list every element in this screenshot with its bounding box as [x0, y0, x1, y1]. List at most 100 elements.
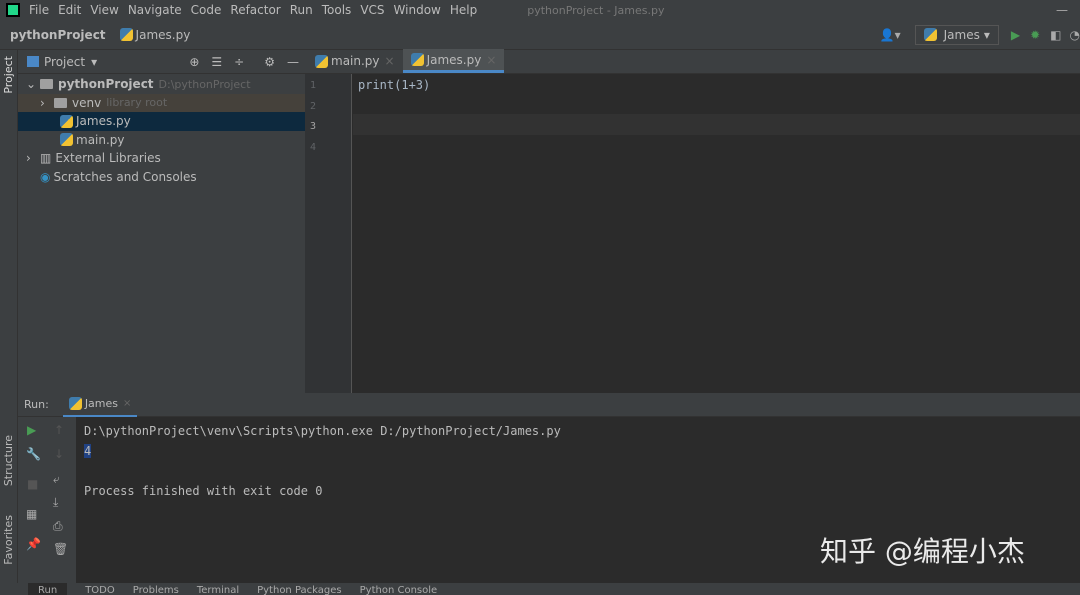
chevron-down-icon: ▾ — [984, 28, 990, 42]
user-icon[interactable]: 👤▾ — [880, 28, 901, 42]
tree-item-label: venv — [72, 96, 101, 110]
line-number-gutter: 1 2 3 4 — [305, 74, 352, 393]
breadcrumb-project[interactable]: pythonProject — [10, 28, 106, 42]
stop-icon[interactable]: ■ — [27, 477, 38, 491]
tree-item-main-py[interactable]: main.py — [18, 131, 305, 150]
close-icon[interactable]: × — [486, 53, 496, 67]
collapse-all-icon[interactable]: ÷ — [234, 55, 244, 69]
menu-navigate[interactable]: Navigate — [128, 3, 182, 17]
project-view-select[interactable]: Project — [44, 55, 85, 69]
close-icon[interactable]: × — [385, 54, 395, 68]
bottom-tab-todo[interactable]: TODO — [85, 583, 115, 595]
bottom-tool-bar: Run TODO Problems Terminal Python Packag… — [0, 583, 1080, 595]
tree-item-james-py[interactable]: James.py — [18, 112, 305, 131]
menu-vcs[interactable]: VCS — [360, 3, 384, 17]
menu-refactor[interactable]: Refactor — [230, 3, 280, 17]
coverage-button[interactable]: ◧ — [1050, 28, 1061, 42]
chevron-down-icon: ⌄ — [26, 77, 40, 91]
tree-item-pythonproject[interactable]: ⌄ pythonProject D:\pythonProject — [18, 75, 305, 94]
breadcrumb-file[interactable]: James.py — [136, 28, 191, 42]
navigation-bar: pythonProject James.py 👤▾ James ▾ ▶ ✹ ◧ … — [0, 20, 1080, 50]
folder-icon — [40, 79, 53, 89]
tree-item-label: main.py — [76, 133, 125, 147]
python-file-icon — [60, 115, 73, 128]
project-panel: Project ▾ ⊕ ☰ ÷ ⚙ — ⌄ pythonProject D:\p… — [18, 50, 305, 393]
layout-icon[interactable]: ▦ — [26, 507, 37, 521]
up-arrow-icon[interactable]: ↑ — [54, 423, 64, 437]
close-icon[interactable]: × — [123, 398, 131, 409]
menu-help[interactable]: Help — [450, 3, 477, 17]
run-config-label: James — [944, 28, 980, 42]
project-panel-header: Project ▾ ⊕ ☰ ÷ ⚙ — — [18, 50, 305, 74]
tree-item-venv[interactable]: › venv library root — [18, 94, 305, 113]
python-file-icon — [120, 28, 133, 41]
run-config-select[interactable]: James ▾ — [915, 25, 999, 45]
tab-label: James.py — [427, 53, 482, 67]
debug-button[interactable]: ✹ — [1030, 28, 1040, 42]
chevron-right-icon: › — [40, 96, 54, 110]
tree-item-label: Scratches and Consoles — [53, 170, 196, 184]
locate-icon[interactable]: ⊕ — [189, 55, 199, 69]
rerun-icon[interactable]: ▶ — [27, 423, 36, 437]
bottom-tab-terminal[interactable]: Terminal — [197, 583, 239, 595]
tree-item-label: pythonProject — [58, 77, 154, 91]
hide-icon[interactable]: — — [287, 55, 299, 69]
menu-view[interactable]: View — [90, 3, 118, 17]
tab-main-py[interactable]: main.py × — [305, 49, 403, 73]
soft-wrap-icon[interactable]: ⤶ — [53, 472, 60, 487]
python-file-icon — [315, 55, 328, 68]
tree-item-label: External Libraries — [55, 151, 160, 165]
editor: main.py × James.py × 1 2 3 4 print(1+3) — [305, 50, 1080, 393]
menu-file[interactable]: File — [29, 3, 49, 17]
menu-bar: File Edit View Navigate Code Refactor Ru… — [0, 0, 1080, 20]
line-number: 2 — [310, 101, 316, 112]
run-button[interactable]: ▶ — [1011, 28, 1020, 42]
console-line: Process finished with exit code 0 — [84, 481, 561, 501]
gear-icon[interactable]: ⚙ — [264, 55, 275, 69]
expand-all-icon[interactable]: ☰ — [211, 55, 222, 69]
python-file-icon — [411, 53, 424, 66]
console-line — [84, 461, 561, 481]
trash-icon[interactable]: 🗑 — [53, 542, 68, 556]
chevron-right-icon: › — [26, 151, 40, 165]
tree-item-hint: library root — [106, 96, 167, 109]
code-text: print(1+3) — [358, 78, 430, 92]
menu-code[interactable]: Code — [191, 3, 222, 17]
minimize-button[interactable]: — — [1056, 3, 1068, 17]
tree-item-label: James.py — [76, 114, 131, 128]
print-icon[interactable]: ⎙ — [53, 519, 63, 534]
console-selected-text: 4 — [84, 444, 91, 458]
tab-james-py[interactable]: James.py × — [403, 49, 505, 73]
down-arrow-icon[interactable]: ↓ — [54, 447, 64, 461]
code-line[interactable]: print(1+3) — [358, 78, 430, 92]
wrench-icon[interactable]: 🔧 — [26, 447, 41, 461]
tree-item-scratches[interactable]: ◉ Scratches and Consoles — [18, 168, 305, 187]
window-title: pythonProject - James.py — [527, 4, 664, 17]
python-icon — [69, 397, 82, 410]
bottom-tab-python-console[interactable]: Python Console — [360, 583, 438, 595]
menu-window[interactable]: Window — [394, 3, 441, 17]
menu-tools[interactable]: Tools — [322, 3, 352, 17]
current-line-highlight — [353, 114, 1080, 135]
structure-tool-tab[interactable]: Structure — [2, 435, 15, 486]
scroll-to-end-icon[interactable]: ⤓ — [53, 495, 58, 510]
editor-tabs: main.py × James.py × — [305, 50, 1080, 74]
run-tab[interactable]: James × — [63, 393, 138, 417]
bottom-tab-python-packages[interactable]: Python Packages — [257, 583, 342, 595]
bottom-tab-run[interactable]: Run — [28, 583, 67, 595]
pin-icon[interactable]: 📌 — [26, 537, 41, 551]
profile-button[interactable]: ◔ — [1070, 28, 1080, 42]
menu-edit[interactable]: Edit — [58, 3, 81, 17]
project-tool-tab[interactable]: Project — [2, 56, 15, 94]
tab-label: main.py — [331, 54, 380, 68]
tree-item-external-libraries[interactable]: › ▥ External Libraries — [18, 149, 305, 168]
run-toolbar: ▶ ↑ 🔧 ↓ ■ ⤶ ⤓ ▦ ⎙ 📌 🗑 — [18, 417, 76, 583]
menu-run[interactable]: Run — [290, 3, 313, 17]
bottom-tab-problems[interactable]: Problems — [133, 583, 179, 595]
chevron-down-icon[interactable]: ▾ — [91, 55, 97, 69]
console-output[interactable]: D:\pythonProject\venv\Scripts\python.exe… — [84, 421, 561, 501]
line-number: 1 — [310, 80, 316, 91]
scratches-icon: ◉ — [40, 170, 50, 184]
project-view-icon — [27, 56, 39, 67]
favorites-tool-tab[interactable]: Favorites — [2, 515, 15, 565]
